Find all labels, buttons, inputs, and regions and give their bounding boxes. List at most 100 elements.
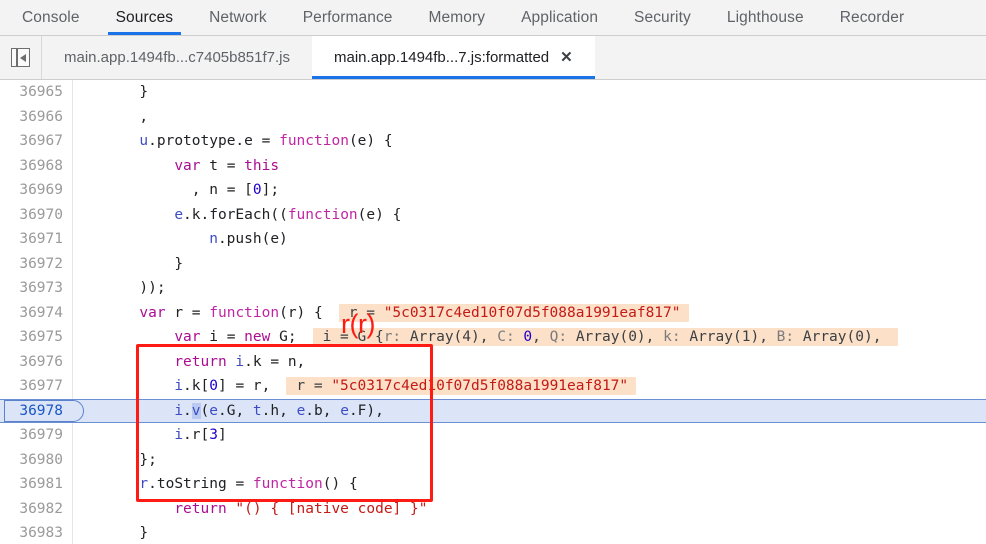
inline-object-separator: , <box>872 329 891 345</box>
file-tab-original[interactable]: main.app.1494fb...c7405b851f7.js <box>42 36 313 79</box>
token: } <box>139 84 149 100</box>
file-tab-formatted[interactable]: main.app.1494fb...7.js:formatted ✕ <box>312 36 595 79</box>
token: e <box>296 402 306 419</box>
line-number[interactable]: 36981 <box>0 472 72 497</box>
file-tab-label: main.app.1494fb...7.js:formatted <box>334 49 550 66</box>
token: , <box>139 108 149 125</box>
inline-object-separator: , <box>645 329 664 345</box>
inline-debug-value[interactable]: r = "5c0317c4ed10f07d5f088a1991eaf817" <box>286 377 637 395</box>
line-number[interactable]: 36969 <box>0 178 72 203</box>
token: i <box>174 427 184 443</box>
line-number[interactable]: 36983 <box>0 521 72 544</box>
inline-object-separator: , <box>759 329 777 345</box>
panel-tab-performance[interactable]: Performance <box>285 0 411 35</box>
line-number[interactable]: 36979 <box>0 423 72 448</box>
code-line: 36976 return i.k = n, <box>0 349 986 375</box>
token: .F), <box>348 402 384 419</box>
devtools-window: Console Sources Network Performance Memory Ap… <box>0 0 986 544</box>
token: = <box>226 157 245 174</box>
line-number[interactable]: 36974 <box>0 300 72 325</box>
inline-object-value: Array(0) <box>802 329 873 345</box>
panel-tab-network[interactable]: Network <box>191 0 285 35</box>
inline-value-equals: = <box>357 304 384 321</box>
line-number[interactable]: 36965 <box>0 80 72 105</box>
code-line: 36973 )); <box>0 276 986 301</box>
line-number[interactable]: 36976 <box>0 349 72 374</box>
token: } <box>174 255 184 272</box>
panel-tab-console[interactable]: Console <box>4 0 98 35</box>
line-number[interactable]: 36967 <box>0 129 72 154</box>
token: 0 <box>252 182 262 198</box>
inline-object-key: Q: <box>549 329 576 345</box>
token: function <box>287 206 358 223</box>
file-tab-label: main.app.1494fb...c7405b851f7.js <box>64 49 291 66</box>
panel-tab-lighthouse[interactable]: Lighthouse <box>709 0 822 35</box>
inline-debug-value[interactable]: i = G {r: Array(4), C: 0, Q: Array(0), k… <box>312 328 899 346</box>
token: i <box>174 402 184 419</box>
line-number[interactable]: 36966 <box>0 104 72 129</box>
token: . <box>183 402 192 419</box>
token: u <box>139 133 149 149</box>
line-number[interactable]: 36971 <box>0 227 72 252</box>
inline-value-name: i <box>322 329 332 345</box>
panel-tab-sources[interactable]: Sources <box>98 0 192 35</box>
source-code-editor[interactable]: 36965 } 36966 , 36967 u.prototype.e = func… <box>0 80 986 544</box>
token: e <box>209 402 218 419</box>
inline-value-equals: = <box>331 329 358 345</box>
token: var <box>174 157 210 174</box>
line-number[interactable]: 36973 <box>0 276 72 301</box>
line-number[interactable]: 36977 <box>0 374 72 399</box>
devtools-panel-tabbar: Console Sources Network Performance Memory Ap… <box>0 0 986 36</box>
line-number[interactable]: 36980 <box>0 447 72 472</box>
close-icon[interactable]: ✕ <box>560 50 573 65</box>
token: n <box>209 231 218 247</box>
token: r <box>139 476 149 492</box>
token: .toString <box>148 476 236 492</box>
panel-tab-security[interactable]: Security <box>616 0 709 35</box>
token: G; <box>279 329 297 345</box>
token: = <box>191 304 210 321</box>
code-text: , <box>73 105 986 130</box>
token: .r[ <box>183 427 210 443</box>
code-text: } <box>73 80 986 105</box>
token: i <box>235 353 245 370</box>
token: e <box>174 206 184 223</box>
show-navigator-button[interactable] <box>0 36 42 79</box>
token: = <box>235 476 253 492</box>
token: ]; <box>261 182 280 198</box>
line-number[interactable]: 36970 <box>0 202 72 227</box>
line-number[interactable]: 36978 <box>0 399 84 424</box>
code-text: return i.k = n, <box>73 350 986 375</box>
code-line: 36968 var t = this <box>0 153 986 178</box>
code-text: )); <box>73 276 986 301</box>
panel-tab-application[interactable]: Application <box>503 0 616 35</box>
token: .G, <box>217 402 253 419</box>
line-number[interactable]: 36972 <box>0 251 72 276</box>
token: return <box>174 500 236 517</box>
token: (e) { <box>348 133 393 149</box>
panel-tab-recorder[interactable]: Recorder <box>822 0 923 35</box>
panel-tab-memory[interactable]: Memory <box>411 0 504 35</box>
token: .k[ <box>183 378 210 394</box>
token: function <box>252 476 323 492</box>
code-line: 36967 u.prototype.e = function(e) { <box>0 129 986 154</box>
line-number[interactable]: 36968 <box>0 153 72 178</box>
inline-debug-value[interactable]: r = "5c0317c4ed10f07d5f088a1991eaf817" <box>338 303 689 322</box>
token: function <box>209 304 280 321</box>
token: , n <box>191 182 227 198</box>
token: i <box>174 378 184 394</box>
line-number[interactable]: 36982 <box>0 496 72 521</box>
code-text: i.v(e.G, t.h, e.b, e.F), <box>73 399 986 424</box>
token: 0 <box>209 378 218 394</box>
line-number[interactable]: 36975 <box>0 325 72 350</box>
